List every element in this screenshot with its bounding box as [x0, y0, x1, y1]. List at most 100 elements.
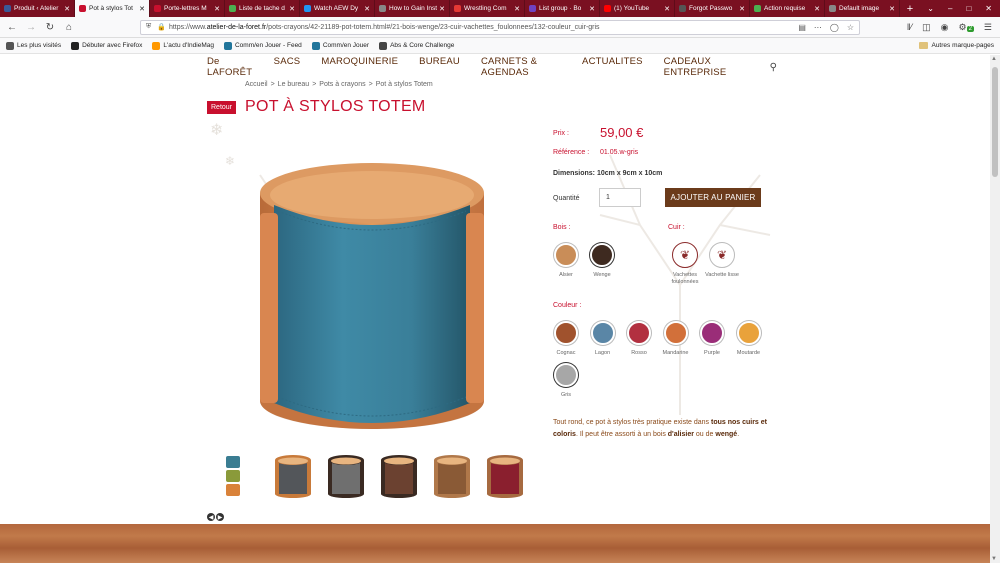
maximize-button[interactable]: □	[966, 4, 971, 13]
color-swatch[interactable]	[736, 321, 761, 345]
tab-close-icon[interactable]: ✕	[214, 5, 220, 13]
sidebar-icon[interactable]: ◫	[922, 22, 931, 33]
main-nav-item[interactable]: De LAFORÊT	[207, 56, 253, 78]
tab-close-icon[interactable]: ✕	[64, 5, 70, 13]
browser-tab[interactable]: Pot à stylos Tot ✕	[75, 0, 150, 17]
product-thumbnail[interactable]	[485, 452, 525, 500]
product-thumbnail[interactable]	[220, 452, 260, 500]
forward-button[interactable]: →	[23, 19, 39, 35]
cuir-swatch[interactable]: ❦	[709, 242, 735, 268]
browser-tab[interactable]: List group · Bo ✕	[525, 0, 600, 17]
page-actions-icon[interactable]: ⋯	[814, 23, 822, 32]
back-button[interactable]: ←	[4, 19, 20, 35]
page-scrollbar[interactable]: ▲ ▼	[990, 55, 1000, 563]
color-swatch[interactable]	[590, 321, 615, 345]
shield-icon[interactable]: ⛨	[146, 23, 151, 31]
browser-tab[interactable]: Liste de tache d ✕	[225, 0, 300, 17]
next-thumbnail-button[interactable]: ▶	[216, 513, 224, 521]
reload-button[interactable]: ↻	[42, 19, 58, 35]
browser-tab[interactable]: Default image ✕	[825, 0, 900, 17]
color-swatch[interactable]	[627, 321, 651, 345]
tab-close-icon[interactable]: ✕	[514, 5, 520, 13]
prev-thumbnail-button[interactable]: ◀	[207, 513, 215, 521]
new-tab-button[interactable]: +	[900, 0, 920, 17]
bookmark-item[interactable]: Comm/en Jouer - Feed	[223, 41, 302, 50]
product-thumbnail[interactable]	[432, 452, 472, 500]
tab-close-icon[interactable]: ✕	[364, 5, 370, 13]
cuir-swatch[interactable]: ❦	[672, 242, 698, 268]
tab-close-icon[interactable]: ✕	[814, 5, 820, 13]
account-icon[interactable]: ◉	[941, 22, 949, 33]
bookmark-item[interactable]: Débuter avec Firefox	[71, 41, 142, 50]
color-swatch[interactable]	[554, 363, 578, 387]
quantity-input[interactable]	[599, 188, 641, 207]
price-label: Prix :	[553, 130, 569, 137]
browser-tab[interactable]: Forgot Passwo ✕	[675, 0, 750, 17]
browser-tab[interactable]: (1) YouTube ✕	[600, 0, 675, 17]
bookmark-item[interactable]: L'actu d'IndieMag	[152, 41, 214, 50]
home-button[interactable]: ⌂	[61, 19, 77, 35]
cuir-label: Cuir :	[668, 224, 685, 231]
bookmark-label: Abs & Core Challenge	[390, 42, 455, 49]
breadcrumb-home[interactable]: Accueil	[245, 81, 268, 88]
reader-view-icon[interactable]: ▤	[798, 23, 806, 32]
bookmark-item[interactable]: Les plus visités	[6, 41, 61, 50]
browser-tab[interactable]: Action requise ✕	[750, 0, 825, 17]
breadcrumb-bureau[interactable]: Le bureau	[278, 81, 310, 88]
breadcrumb-pots[interactable]: Pots à crayons	[319, 81, 365, 88]
main-nav-item[interactable]: CARNETS & AGENDAS	[481, 56, 561, 78]
browser-tab[interactable]: Watch AEW Dy ✕	[300, 0, 375, 17]
bookmark-item[interactable]: Abs & Core Challenge	[379, 41, 455, 50]
main-nav-item[interactable]: SACS	[274, 56, 301, 78]
url-path: /pots-crayons/42-21189-pot-totem.html#/2…	[266, 23, 600, 31]
bookmark-star-icon[interactable]: ☆	[847, 23, 854, 32]
color-swatch[interactable]	[700, 321, 724, 345]
bois-swatch[interactable]	[590, 243, 614, 267]
product-thumbnail[interactable]	[326, 452, 366, 500]
other-bookmarks[interactable]: Autres marque-pages	[919, 42, 994, 49]
tab-list-icon[interactable]: ⌄	[927, 4, 934, 13]
library-icon[interactable]: ‖⁄	[907, 22, 912, 33]
main-nav-item[interactable]: MAROQUINERIE	[321, 56, 398, 78]
main-nav-item[interactable]: ACTUALITES	[582, 56, 643, 78]
main-nav-item[interactable]: BUREAU	[419, 56, 460, 78]
tab-close-icon[interactable]: ✕	[139, 5, 145, 13]
url-bar[interactable]: ⛨ 🔒 https://www. atelier-de-la-foret.fr/p…	[140, 19, 860, 35]
product-thumbnail[interactable]	[379, 452, 419, 500]
color-swatch[interactable]	[663, 321, 688, 345]
browser-tab[interactable]: Produit ‹ Atelier ✕	[0, 0, 75, 17]
tab-favicon-icon	[829, 5, 836, 12]
scroll-up-icon[interactable]: ▲	[991, 56, 997, 62]
color-swatch[interactable]	[554, 321, 578, 345]
tab-close-icon[interactable]: ✕	[739, 5, 745, 13]
browser-tab[interactable]: Wrestling Com ✕	[450, 0, 525, 17]
scroll-thumb[interactable]	[992, 67, 998, 177]
product-thumbnail[interactable]	[273, 452, 313, 500]
main-nav-item[interactable]: CADEAUX ENTREPRISE	[664, 56, 749, 78]
tab-label: Liste de tache d	[239, 5, 285, 12]
product-description: Tout rond, ce pot à stylos très pratique…	[553, 417, 783, 441]
tab-close-icon[interactable]: ✕	[589, 5, 595, 13]
lock-icon[interactable]: 🔒	[157, 23, 166, 31]
tab-close-icon[interactable]: ✕	[439, 5, 445, 13]
add-to-cart-button[interactable]: AJOUTER AU PANIER	[665, 188, 761, 207]
scroll-down-icon[interactable]: ▼	[991, 556, 997, 562]
pocket-icon[interactable]: ◯	[830, 23, 839, 32]
minimize-button[interactable]: –	[948, 4, 952, 13]
tab-favicon-icon	[154, 5, 161, 12]
addon-icon[interactable]: ⚙ 2	[959, 22, 974, 33]
tab-favicon-icon	[754, 5, 761, 12]
menu-icon[interactable]: ☰	[984, 22, 992, 33]
bois-swatch[interactable]	[554, 243, 578, 267]
browser-tab[interactable]: Porte-lettres M ✕	[150, 0, 225, 17]
browser-tab[interactable]: How to Gain Insta ✕	[375, 0, 450, 17]
back-link-button[interactable]: Retour	[207, 101, 237, 114]
tab-close-icon[interactable]: ✕	[889, 5, 895, 13]
search-icon[interactable]: ⚲	[770, 62, 777, 73]
bookmark-item[interactable]: Comm/en Jouer	[311, 41, 369, 50]
bookmark-label: Comm/en Jouer - Feed	[234, 42, 302, 49]
close-window-button[interactable]: ✕	[985, 4, 992, 13]
tab-close-icon[interactable]: ✕	[289, 5, 295, 13]
tab-close-icon[interactable]: ✕	[664, 5, 670, 13]
web-page: De LAFORÊT SACS MAROQUINERIE BUREAU CARNETS …	[0, 55, 990, 563]
